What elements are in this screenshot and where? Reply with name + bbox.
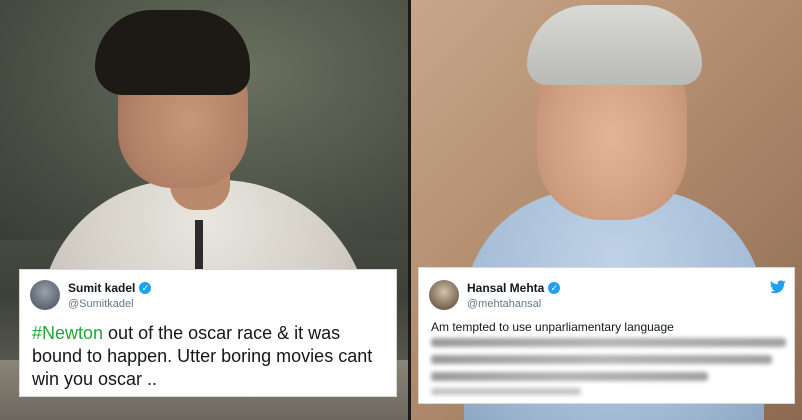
verified-badge-icon: ✓	[139, 282, 152, 294]
tweet-text: Am tempted to use unparliamentary langua…	[431, 320, 674, 334]
avatar[interactable]	[30, 280, 60, 310]
grey-hair	[527, 5, 702, 85]
collage: Sumit kadel ✓ @Sumitkadel #Newton out of…	[0, 0, 802, 420]
blurred-line	[431, 372, 708, 381]
tweet-card-sumit: Sumit kadel ✓ @Sumitkadel #Newton out of…	[20, 270, 396, 396]
blurred-line	[431, 338, 786, 347]
panel-divider	[408, 0, 411, 420]
blurred-line	[431, 355, 772, 364]
blurred-tweet-text	[431, 338, 786, 389]
author-name[interactable]: Hansal Mehta	[467, 281, 544, 295]
avatar[interactable]	[429, 280, 459, 310]
tweet-text: #Newton out of the oscar race & it was b…	[32, 322, 388, 391]
hashtag-link[interactable]: #Newton	[32, 323, 103, 343]
twitter-bird-icon[interactable]	[770, 280, 786, 294]
verified-badge-icon: ✓	[548, 282, 561, 294]
author-row: Sumit kadel ✓	[68, 281, 152, 295]
author-handle[interactable]: @mehtahansal	[467, 298, 541, 310]
tweet-card-hansal: Hansal Mehta ✓ @mehtahansal Am tempted t…	[419, 268, 794, 403]
hair	[95, 10, 250, 95]
blurred-timestamp	[431, 388, 581, 395]
author-row: Hansal Mehta ✓	[467, 281, 561, 295]
author-handle[interactable]: @Sumitkadel	[68, 298, 134, 310]
author-name[interactable]: Sumit kadel	[68, 281, 135, 295]
